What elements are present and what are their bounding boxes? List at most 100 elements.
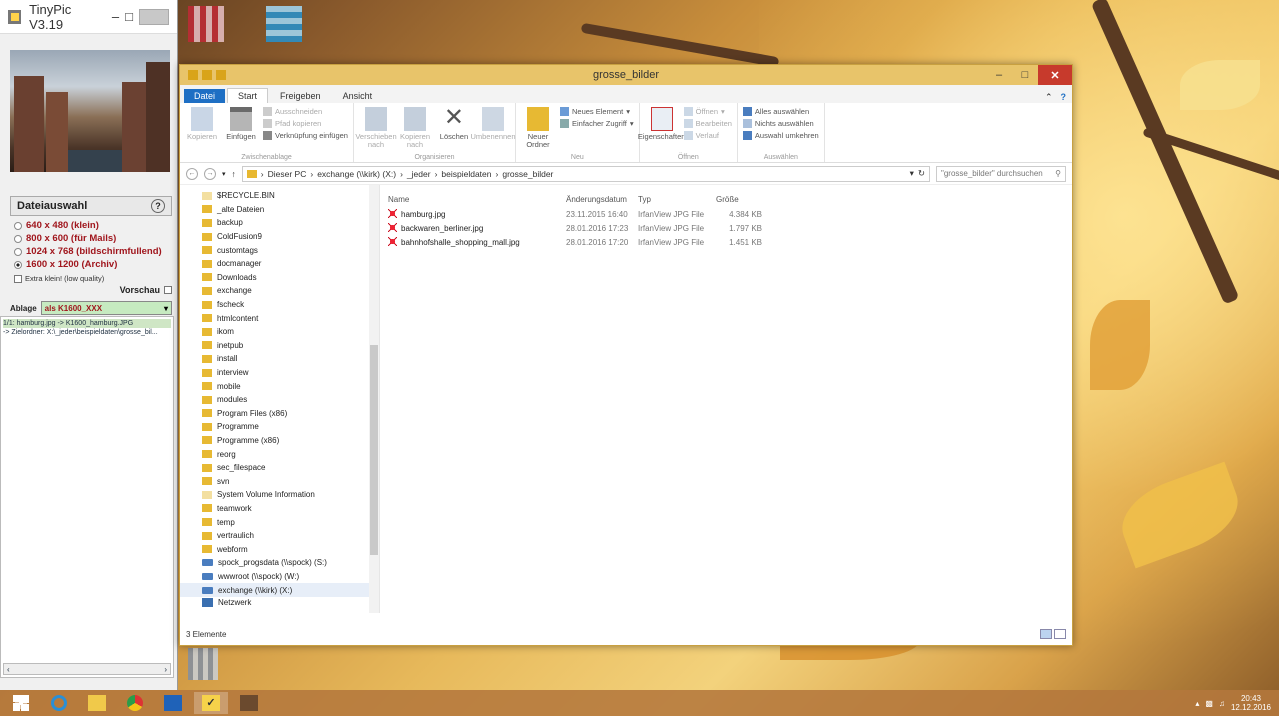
nav-item-drive[interactable]: wwwroot (\\spock) (W:) (190, 570, 379, 584)
column-date[interactable]: Änderungsdatum (566, 195, 630, 204)
nav-item[interactable]: htmlcontent (202, 311, 379, 325)
radio-icon[interactable] (14, 260, 22, 269)
taskbar-app[interactable] (232, 692, 266, 714)
select-none-button[interactable]: Nichts auswählen (742, 119, 819, 128)
taskbar-app[interactable] (118, 692, 152, 714)
nav-item[interactable]: ColdFusion9 (202, 230, 379, 244)
nav-item[interactable]: Downloads (202, 271, 379, 285)
address-bar[interactable]: › Dieser PC › exchange (\\kirk) (X:) › _je… (241, 165, 930, 182)
size-option[interactable]: 1024 x 768 (bildschirmfullend) (14, 246, 172, 257)
tray-expand-icon[interactable]: ▴ (1195, 699, 1199, 708)
paste-button[interactable]: Einfügen (224, 107, 258, 141)
nav-item-drive[interactable]: exchange (\\kirk) (X:) (180, 583, 379, 597)
nav-item[interactable]: customtags (202, 243, 379, 257)
large-icons-view-icon[interactable] (1054, 629, 1066, 639)
breadcrumb-item[interactable]: beispieldaten (441, 169, 491, 179)
easy-access-button[interactable]: Einfacher Zugriff ▾ (559, 119, 634, 128)
extra-small-option[interactable]: Extra klein! (low quality) (14, 274, 172, 283)
nav-item[interactable]: exchange (202, 284, 379, 298)
file-list[interactable]: Name Änderungsdatum Typ Größe hamburg.jp… (380, 185, 1072, 613)
storage-select[interactable]: als K1600_XXX ▾ (40, 301, 172, 315)
history-button[interactable]: Verlauf (683, 131, 732, 140)
file-row[interactable]: hamburg.jpg 23.11.2015 16:40 IrfanView JPG… (388, 207, 1072, 221)
desktop-icon[interactable] (188, 6, 224, 42)
invert-selection-button[interactable]: Auswahl umkehren (742, 131, 819, 140)
navigation-pane[interactable]: $RECYCLE.BIN _alte Dateien backup ColdFusio… (180, 185, 380, 613)
up-arrow-icon[interactable]: ↑ (232, 169, 236, 179)
volume-icon[interactable]: ♫ (1219, 699, 1225, 708)
nav-item[interactable]: docmanager (202, 257, 379, 271)
start-button[interactable] (4, 692, 38, 714)
move-to-button[interactable]: Verschieben nach (355, 107, 397, 149)
nav-item[interactable]: backup (202, 216, 379, 230)
maximize-icon[interactable]: □ (125, 9, 133, 24)
taskbar-app[interactable] (156, 692, 190, 714)
breadcrumb-item[interactable]: Dieser PC (268, 169, 307, 179)
nav-item-drive[interactable]: spock_progsdata (\\spock) (S:) (190, 556, 379, 570)
nav-item[interactable]: mobile (202, 379, 379, 393)
explorer-titlebar[interactable]: grosse_bilder – □ ✕ (180, 65, 1072, 85)
chevron-right-icon[interactable]: › (164, 665, 167, 674)
clock[interactable]: 20:43 12.12.2016 (1231, 694, 1271, 712)
column-type[interactable]: Typ (630, 195, 716, 204)
properties-button[interactable]: Eigenschaften (638, 107, 685, 141)
file-row[interactable]: backwaren_berliner.jpg 28.01.2016 17:23 Ir… (388, 221, 1072, 235)
nav-item[interactable]: interview (202, 366, 379, 380)
delete-button[interactable]: ✕ Löschen (437, 106, 471, 141)
nav-item[interactable]: System Volume Information (202, 488, 379, 502)
copy-button[interactable]: Kopieren (185, 107, 219, 141)
nav-item[interactable]: ikom (202, 325, 379, 339)
cut-button[interactable]: Ausschneiden (263, 107, 348, 116)
rename-button[interactable]: Umbenennen (470, 107, 516, 141)
nav-item[interactable]: inetpub (202, 339, 379, 353)
nav-item[interactable]: vertraulich (202, 529, 379, 543)
nav-item[interactable]: install (202, 352, 379, 366)
copy-path-button[interactable]: Pfad kopieren (263, 119, 348, 128)
nav-item[interactable]: teamwork (202, 502, 379, 516)
nav-item[interactable]: temp (202, 515, 379, 529)
chevron-down-icon[interactable]: ▾ (164, 304, 168, 313)
new-item-button[interactable]: Neues Element ▾ (559, 107, 634, 116)
nav-item[interactable]: webform (202, 542, 379, 556)
explorer-window[interactable]: grosse_bilder – □ ✕ Datei Start Freigebe… (179, 64, 1073, 646)
close-icon[interactable] (139, 8, 169, 25)
breadcrumb-item[interactable]: exchange (\\kirk) (X:) (317, 169, 396, 179)
forward-icon[interactable]: → (204, 167, 216, 180)
nav-item[interactable]: _alte Dateien (202, 203, 379, 217)
chevron-left-icon[interactable]: ‹ (7, 665, 10, 674)
nav-item-network[interactable]: Netzwerk (202, 598, 251, 607)
tinypic-window[interactable]: TinyPic V3.19 – □ Dateiauswahl ? 640 x 4… (0, 0, 178, 690)
nav-item[interactable]: Programme (202, 420, 379, 434)
breadcrumb-item[interactable]: _jeder (407, 169, 431, 179)
preview-option[interactable]: Vorschau (10, 285, 172, 295)
select-all-button[interactable]: Alles auswählen (742, 107, 819, 116)
tab-view[interactable]: Ansicht (333, 89, 383, 103)
scrollbar-thumb[interactable] (370, 345, 378, 555)
minimize-icon[interactable]: – (112, 9, 119, 24)
breadcrumb-item[interactable]: grosse_bilder (502, 169, 553, 179)
size-option[interactable]: 800 x 600 (für Mails) (14, 233, 172, 244)
column-name[interactable]: Name (388, 195, 566, 204)
desktop-icon[interactable] (188, 648, 218, 680)
file-row[interactable]: bahnhofshalle_shopping_mall.jpg 28.01.201… (388, 235, 1072, 249)
chevron-down-icon[interactable]: ▾ (222, 170, 226, 178)
log-list[interactable]: 1/1: hamburg.jpg -> K1600_hamburg.JPG ->… (0, 316, 174, 678)
taskbar-app[interactable] (42, 692, 76, 714)
paste-shortcut-button[interactable]: Verknüpfung einfügen (263, 131, 348, 140)
nav-item[interactable]: reorg (202, 447, 379, 461)
nav-item[interactable]: Program Files (x86) (202, 407, 379, 421)
nav-item[interactable]: modules (202, 393, 379, 407)
desktop-icon[interactable] (266, 6, 302, 42)
chevron-down-icon[interactable]: ▾ (910, 168, 914, 179)
details-view-icon[interactable] (1040, 629, 1052, 639)
taskbar-app[interactable]: ✓ (194, 692, 228, 714)
radio-icon[interactable] (14, 221, 22, 230)
help-icon[interactable]: ? (151, 199, 165, 213)
checkbox-icon[interactable] (164, 286, 172, 294)
chevron-up-icon[interactable]: ⌃ (1045, 92, 1053, 103)
checkbox-icon[interactable] (14, 274, 22, 283)
nav-item[interactable]: Programme (x86) (202, 434, 379, 448)
nav-item[interactable]: svn (202, 474, 379, 488)
radio-icon[interactable] (14, 247, 22, 256)
network-icon[interactable]: ▩ (1205, 699, 1213, 708)
